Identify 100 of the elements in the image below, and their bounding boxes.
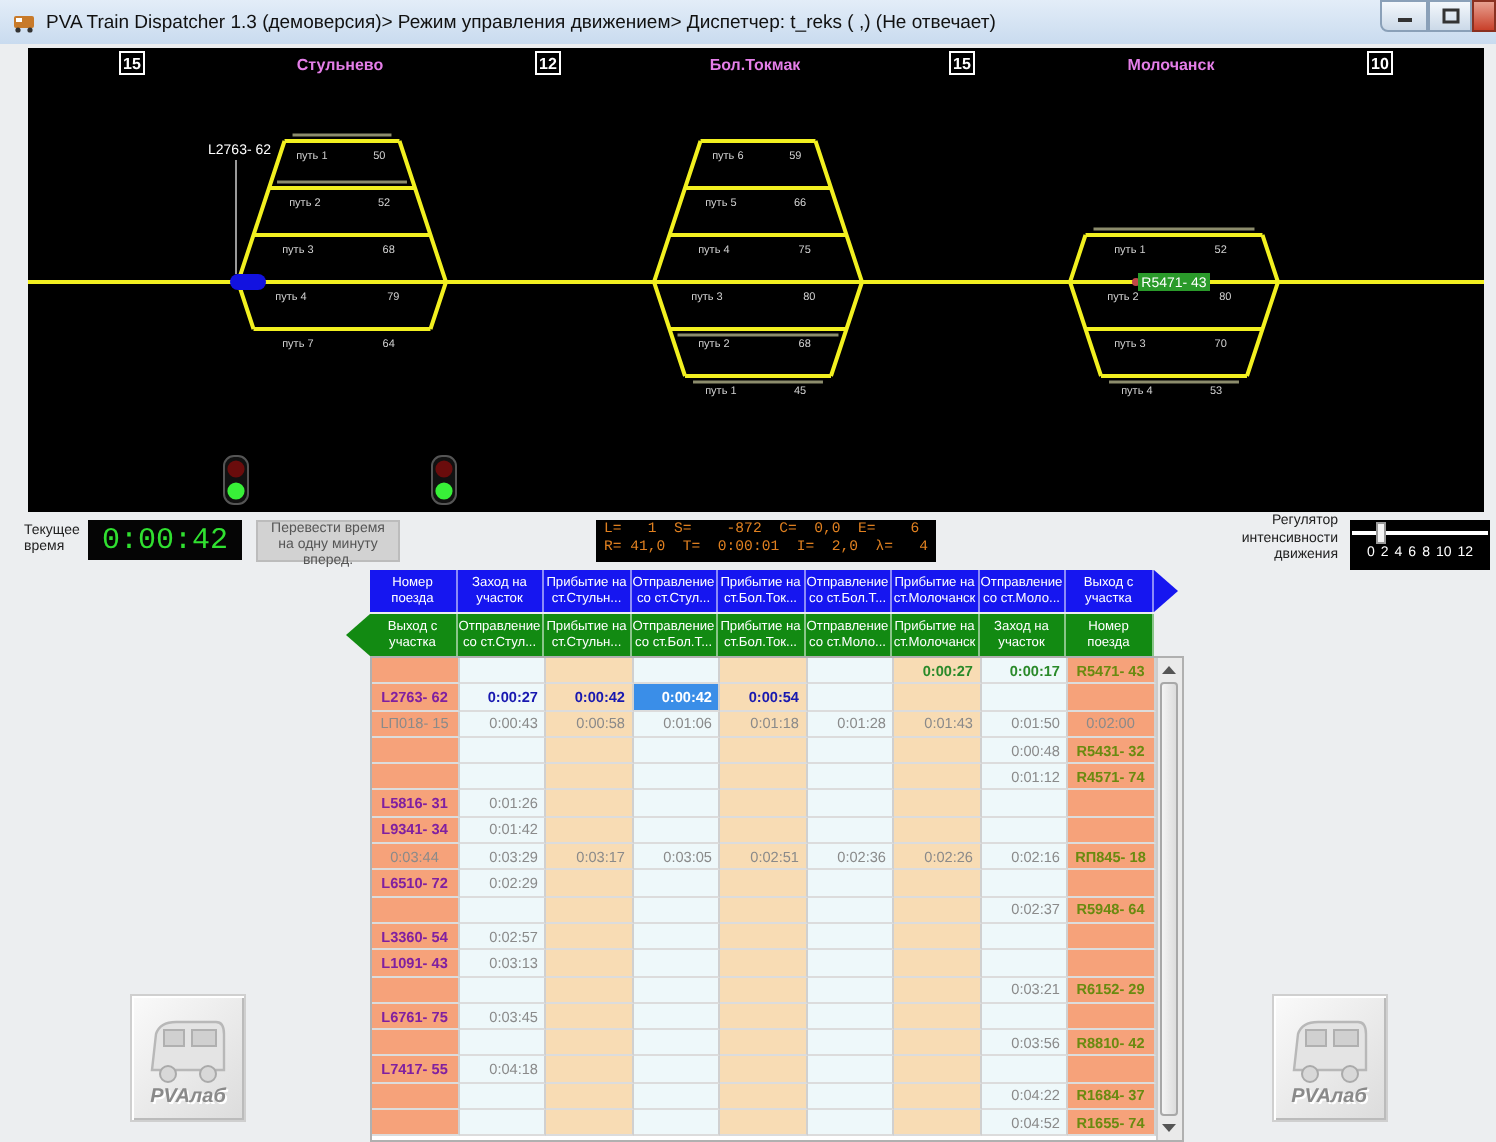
left-arrow-icon [346,614,370,656]
table-cell [981,1003,1068,1031]
slider-thumb[interactable] [1376,521,1387,543]
table-cell [633,1030,720,1057]
table-cell [372,764,459,791]
table-cell [981,790,1068,818]
table-cell [1068,950,1155,978]
table-cell [720,658,807,685]
table-cell [894,1083,981,1111]
table-cell [546,950,633,978]
table-cell [807,1110,894,1137]
table-cell [1068,684,1155,712]
table-cell [981,923,1068,951]
table-cell [807,790,894,818]
maximize-button[interactable] [1428,0,1472,32]
table-cell [720,737,807,765]
table-cell [372,1083,459,1111]
right-arrow-icon [1153,570,1177,612]
table-cell [546,1110,633,1137]
table-cell [633,923,720,951]
table-cell [1068,1056,1155,1084]
table-cell [1068,870,1155,898]
station-name: Бол.Токмак [709,56,801,74]
table-cell [633,950,720,978]
table-cell [720,950,807,978]
minimize-button[interactable] [1380,0,1428,32]
table-cell [633,737,720,765]
table-cell [807,817,894,845]
table-cell [807,1003,894,1031]
scrollbar[interactable] [1155,658,1181,1140]
track-line [700,139,816,143]
table-cell [633,977,720,1004]
table-cell [459,737,546,765]
table-cell [1068,1003,1155,1031]
table-cell [894,870,981,898]
table-cell [546,1003,633,1031]
table-cell [720,870,807,898]
table-cell [720,1110,807,1137]
table-cell [894,817,981,845]
station-name: Стульнево [296,56,384,74]
turnout-line [1245,234,1281,377]
station-name: Молочанск [1127,56,1215,74]
maximize-icon [1441,8,1459,24]
table-cell [546,737,633,765]
scrollbar-thumb[interactable] [1160,682,1178,1116]
table-cell [633,897,720,924]
table-cell [633,870,720,898]
table-cell [720,1030,807,1057]
table-cell [633,1110,720,1137]
table-cell [459,1083,546,1111]
up-arrow-icon [1162,664,1176,676]
table-cell [1068,817,1155,845]
leader-line [235,159,237,275]
table-cell [459,897,546,924]
table-cell [894,1110,981,1137]
table-cell [720,1003,807,1031]
distance-label: 15 [949,51,975,75]
table-cell [981,950,1068,978]
table-cell [894,1030,981,1057]
table-cell [807,764,894,791]
table-cell [720,897,807,924]
table-cell [546,897,633,924]
table-cell [807,923,894,951]
logo-text: PVAлаб [150,1085,226,1107]
table-cell [633,790,720,818]
table-cell [372,897,459,924]
table-cell [633,764,720,791]
table-cell [546,1030,633,1057]
table-cell [894,897,981,924]
table-cell [372,977,459,1004]
table-cell [546,1056,633,1084]
slider-track[interactable] [1352,521,1488,543]
table-cell [894,950,981,978]
table-cell [720,790,807,818]
table-cell [894,977,981,1004]
table-cell [459,764,546,791]
table-cell [546,870,633,898]
table-cell [894,923,981,951]
table-cell [546,764,633,791]
turnout-line [1067,234,1103,377]
table-cell [894,790,981,818]
table-cell [894,684,981,712]
table-cell [981,1056,1068,1084]
table-cell [546,923,633,951]
window-title: PVA Train Dispatcher 1.3 (демоверсия)> Режим управления движением> Диспетчер: t_reks ( ,) (Не отвечает) [46,11,996,33]
logo-text: PVAлаб [1291,1085,1367,1107]
table-cell [633,1003,720,1031]
table-cell [981,684,1068,712]
table-cell [807,870,894,898]
table-cell [807,684,894,712]
train-marker [230,274,266,290]
table-cell [807,897,894,924]
train-icon [12,10,36,34]
table-cell [546,977,633,1004]
table-cell [981,817,1068,845]
table-cell [981,870,1068,898]
table-cell [720,1083,807,1111]
close-button[interactable] [1472,0,1496,32]
table-cell [459,658,546,685]
table-cell [720,923,807,951]
